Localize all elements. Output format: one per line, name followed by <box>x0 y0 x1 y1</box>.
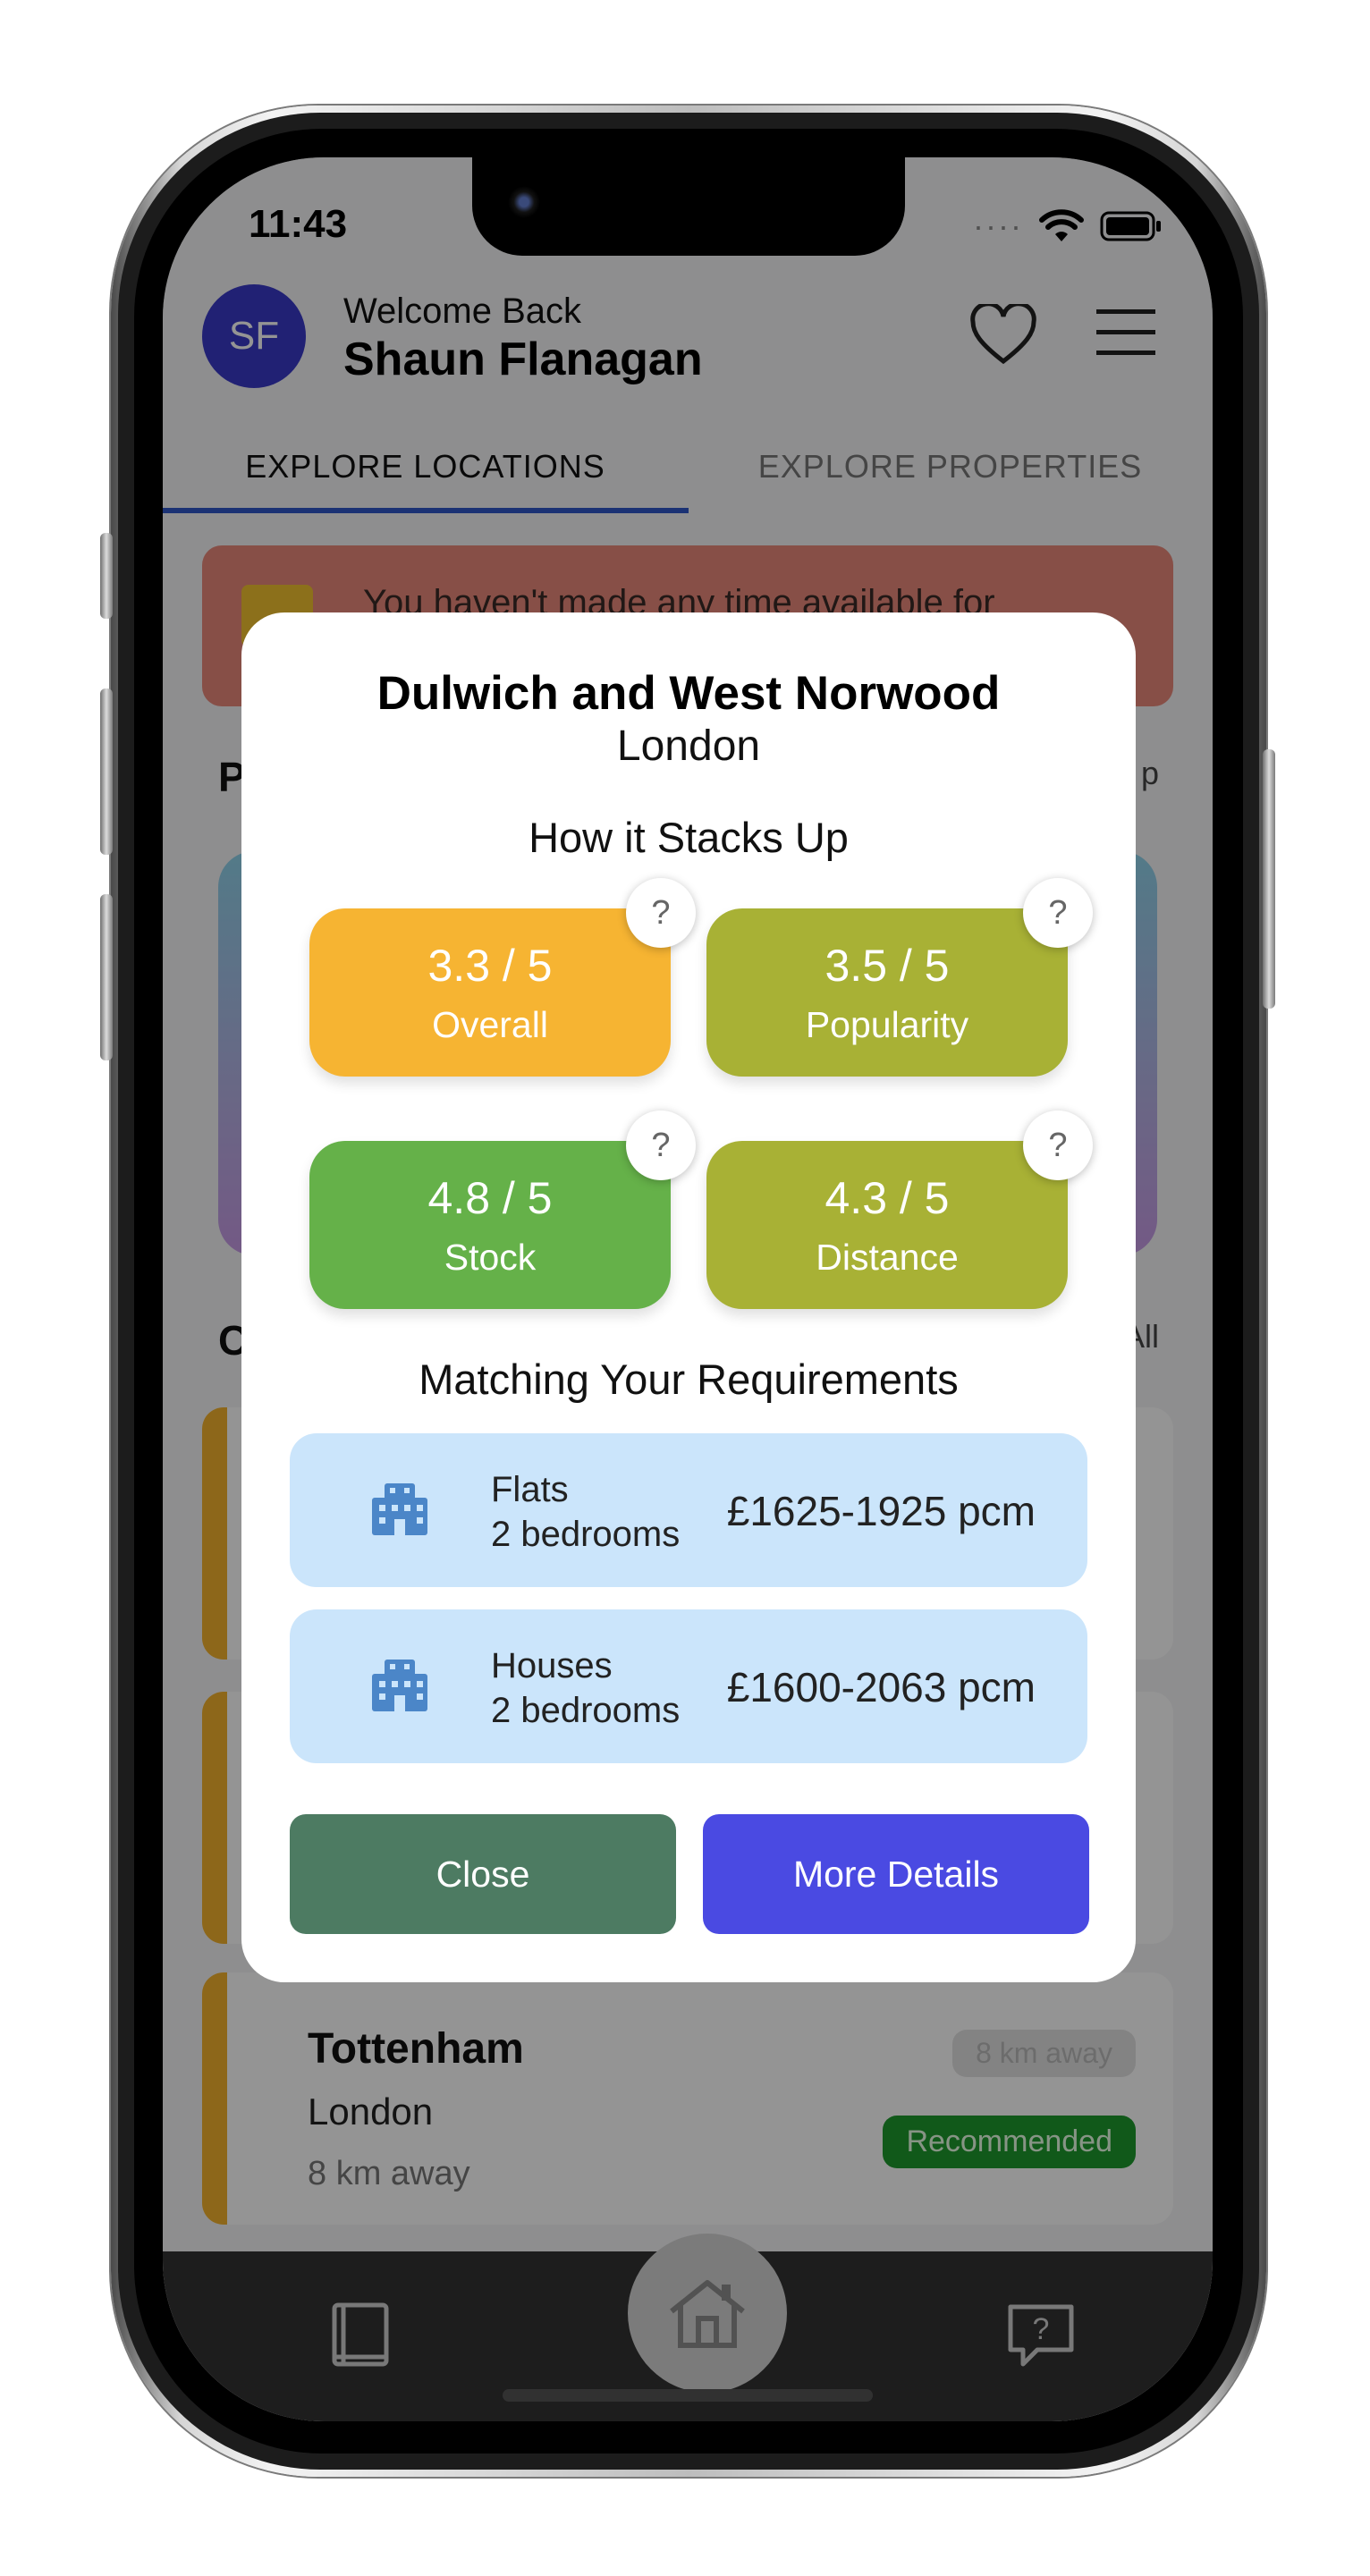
close-button[interactable]: Close <box>290 1814 676 1934</box>
property-type: Flats <box>491 1470 569 1509</box>
building-icon <box>372 1660 427 1711</box>
score-value: 4.8 / 5 <box>427 1172 553 1223</box>
score-label: Stock <box>444 1236 537 1278</box>
score-popularity: 3.5 / 5 Popularity <box>706 908 1068 1077</box>
score-value: 3.5 / 5 <box>825 940 950 991</box>
score-distance: 4.3 / 5 Distance <box>706 1141 1068 1309</box>
property-type: Houses <box>491 1646 613 1685</box>
score-stock: 4.8 / 5 Stock <box>309 1141 671 1309</box>
mute-switch <box>100 533 113 619</box>
modal-title: Dulwich and West Norwood <box>376 667 1001 720</box>
help-overall-button[interactable]: ? <box>626 878 696 948</box>
help-popularity-button[interactable]: ? <box>1023 878 1093 948</box>
requirement-type: Flats 2 bedrooms <box>491 1467 680 1557</box>
building-icon <box>372 1483 427 1535</box>
requirement-houses[interactable]: Houses 2 bedrooms £1600-2063 pcm <box>290 1609 1087 1763</box>
location-detail-modal: Dulwich and West Norwood London How it S… <box>241 612 1136 1982</box>
volume-down-button <box>100 894 113 1060</box>
modal-subtitle: London <box>616 722 761 770</box>
score-label: Overall <box>432 1003 548 1045</box>
score-label: Popularity <box>805 1003 969 1045</box>
score-label: Distance <box>816 1236 959 1278</box>
bedroom-count: 2 bedrooms <box>491 1515 681 1554</box>
price-range: £1625-1925 pcm <box>726 1488 1036 1534</box>
score-value: 4.3 / 5 <box>825 1172 950 1223</box>
requirement-type: Houses 2 bedrooms <box>491 1643 680 1733</box>
help-stock-button[interactable]: ? <box>626 1111 696 1180</box>
bedroom-count: 2 bedrooms <box>491 1691 681 1730</box>
power-button <box>1263 749 1275 1009</box>
volume-up-button <box>100 688 113 855</box>
help-distance-button[interactable]: ? <box>1023 1111 1093 1180</box>
requirement-flats[interactable]: Flats 2 bedrooms £1625-1925 pcm <box>290 1433 1087 1587</box>
more-details-button[interactable]: More Details <box>703 1814 1089 1934</box>
front-camera <box>508 186 540 218</box>
scores-heading: How it Stacks Up <box>529 814 849 861</box>
score-value: 3.3 / 5 <box>427 940 553 991</box>
requirements-heading: Matching Your Requirements <box>419 1356 959 1403</box>
price-range: £1600-2063 pcm <box>726 1664 1036 1710</box>
score-overall: 3.3 / 5 Overall <box>309 908 671 1077</box>
